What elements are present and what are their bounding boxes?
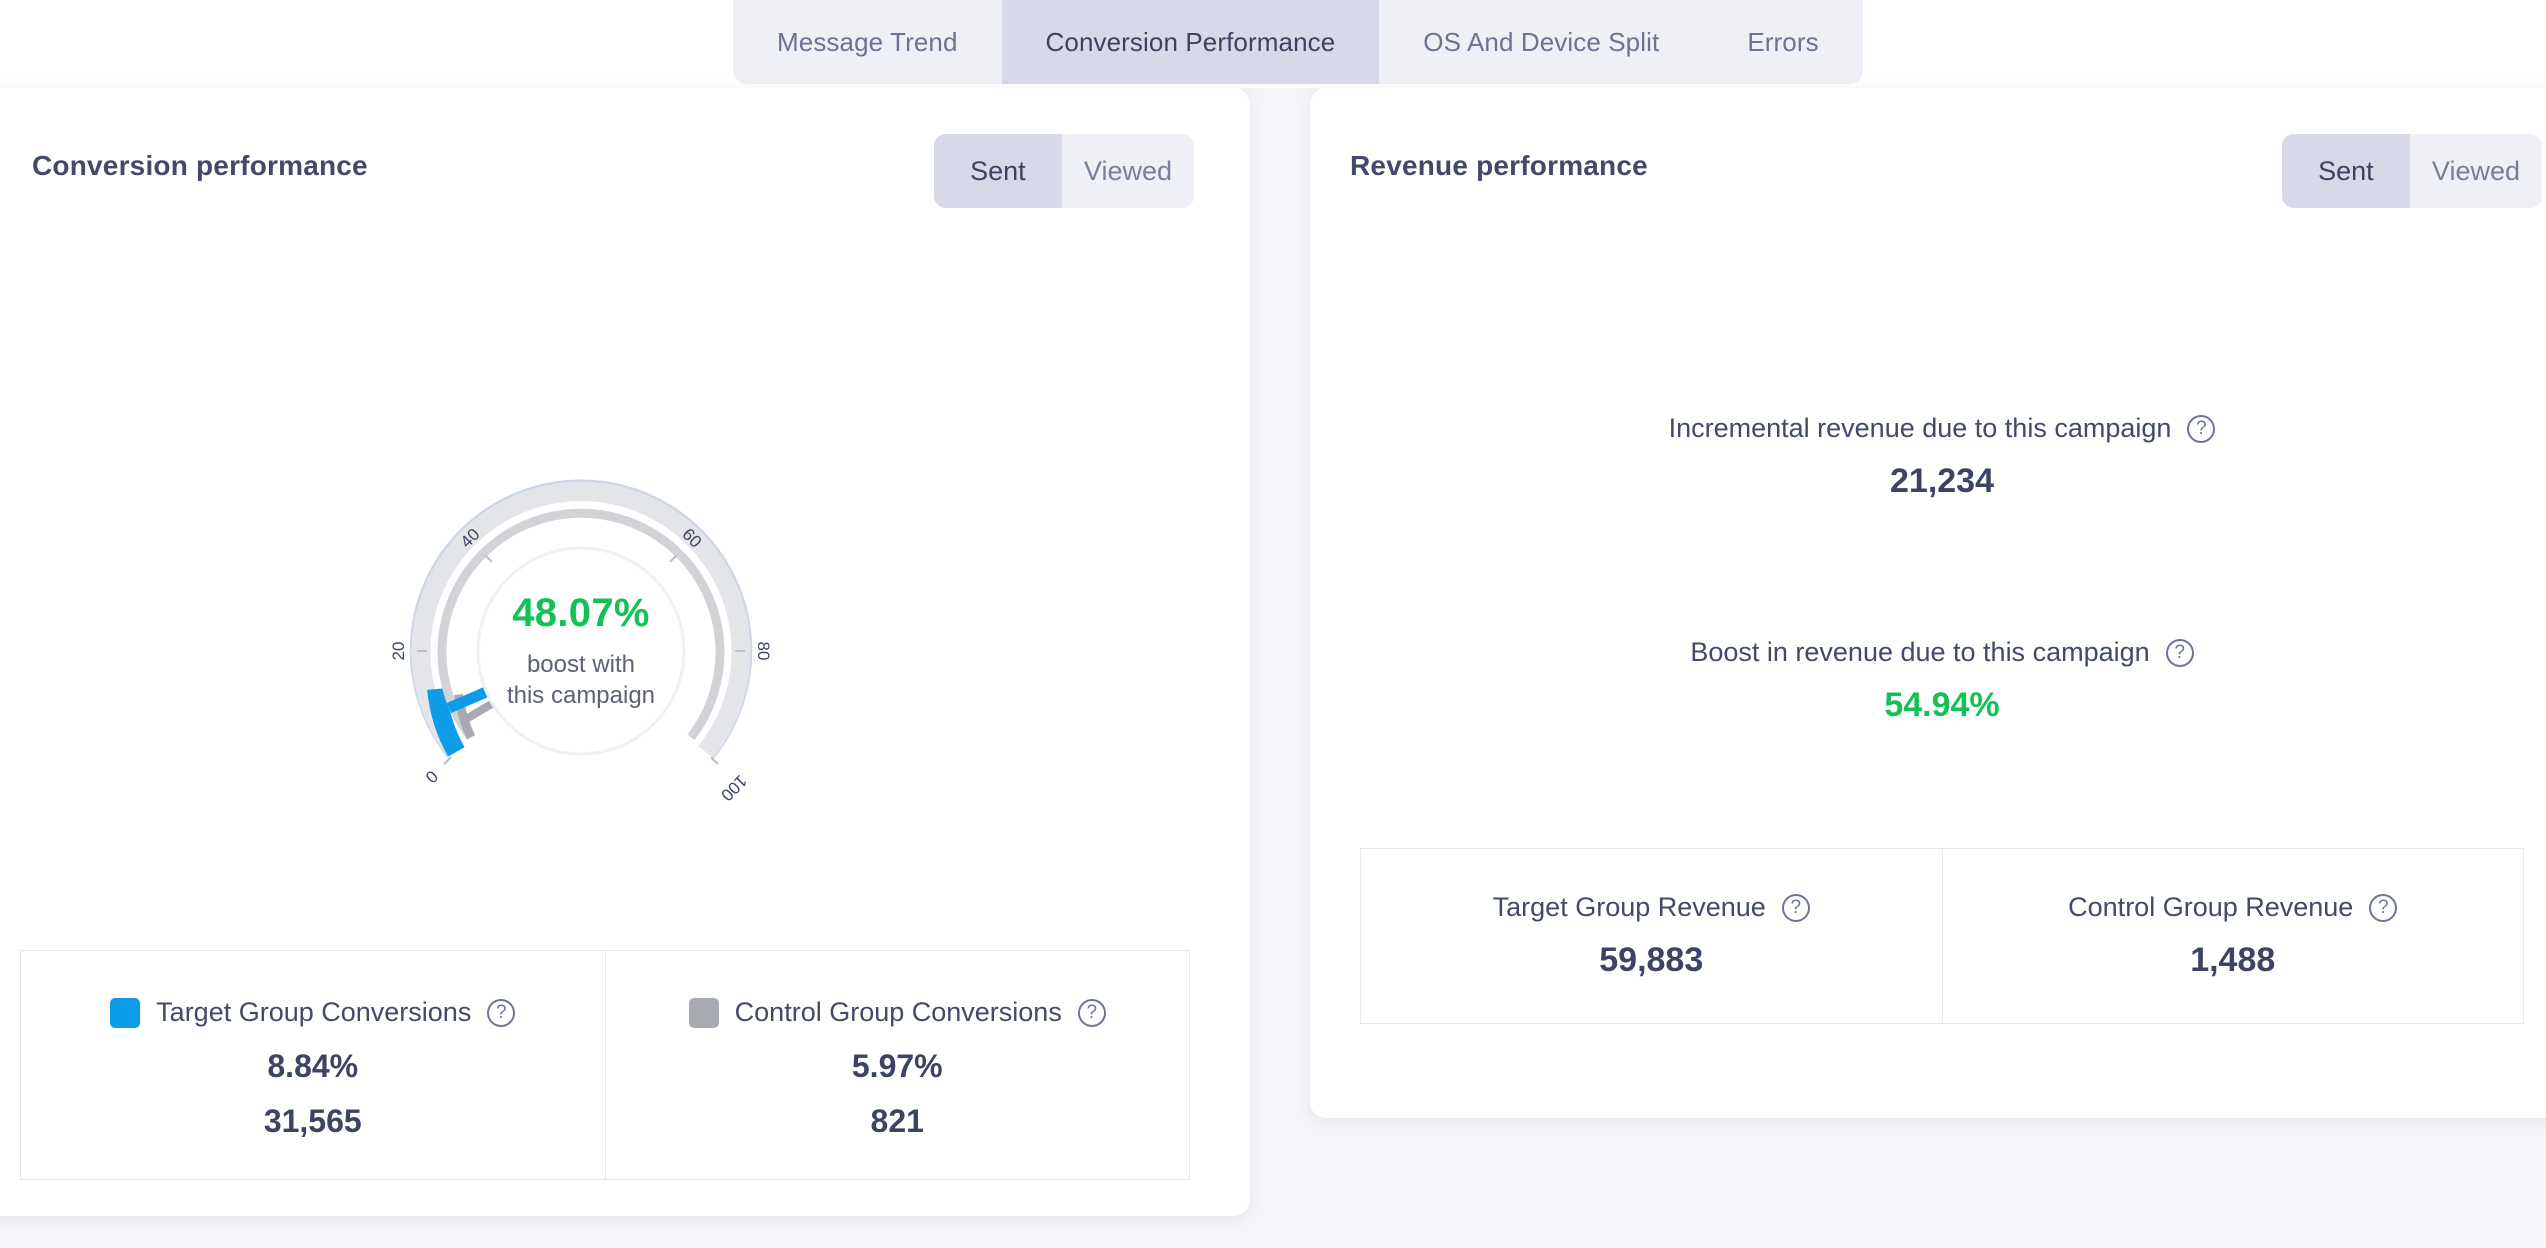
target-group-conversions-label: Target Group Conversions bbox=[156, 997, 471, 1028]
tab-errors[interactable]: Errors bbox=[1703, 0, 1862, 84]
revenue-toggle-sent[interactable]: Sent bbox=[2282, 134, 2410, 208]
incremental-revenue-help-icon[interactable]: ? bbox=[2187, 415, 2215, 443]
target-group-revenue-box: Target Group Revenue ? 59,883 bbox=[1361, 849, 1942, 1023]
incremental-revenue-label: Incremental revenue due to this campaign bbox=[1669, 413, 2172, 444]
tab-conversion-performance[interactable]: Conversion Performance bbox=[1002, 0, 1380, 84]
target-group-revenue-label: Target Group Revenue bbox=[1493, 892, 1766, 923]
boost-in-revenue-stat: Boost in revenue due to this campaign ? … bbox=[1310, 637, 2546, 725]
target-group-conversions-percent: 8.84% bbox=[267, 1048, 358, 1085]
conversion-gauge-chart: 0 20 40 60 80 100 48.07% boost with this… bbox=[396, 466, 766, 836]
tab-os-and-device-split[interactable]: OS And Device Split bbox=[1379, 0, 1703, 84]
incremental-revenue-value: 21,234 bbox=[1310, 462, 2546, 501]
gauge-tick-100: 100 bbox=[717, 771, 750, 804]
incremental-revenue-stat: Incremental revenue due to this campaign… bbox=[1310, 413, 2546, 501]
control-group-conversions-header: Control Group Conversions ? bbox=[689, 997, 1106, 1028]
control-group-revenue-header: Control Group Revenue ? bbox=[2068, 892, 2397, 923]
tab-message-trend[interactable]: Message Trend bbox=[733, 0, 1002, 84]
control-group-conversions-percent: 5.97% bbox=[852, 1048, 943, 1085]
control-group-conversions-count: 821 bbox=[871, 1103, 924, 1140]
boost-in-revenue-label: Boost in revenue due to this campaign bbox=[1690, 637, 2149, 668]
gauge-inner-disc bbox=[478, 548, 684, 754]
control-group-conversions-box: Control Group Conversions ? 5.97% 821 bbox=[605, 951, 1190, 1179]
target-group-conversions-help-icon[interactable]: ? bbox=[487, 999, 515, 1027]
control-group-revenue-help-icon[interactable]: ? bbox=[2369, 894, 2397, 922]
incremental-revenue-header: Incremental revenue due to this campaign… bbox=[1310, 413, 2546, 444]
control-group-revenue-label: Control Group Revenue bbox=[2068, 892, 2353, 923]
conversion-panel-header: Conversion performance Sent Viewed bbox=[0, 134, 1250, 208]
target-group-revenue-header: Target Group Revenue ? bbox=[1493, 892, 1810, 923]
gauge-tick-0: 0 bbox=[422, 767, 442, 787]
boost-in-revenue-value: 54.94% bbox=[1310, 686, 2546, 725]
revenue-panel-header: Revenue performance Sent Viewed bbox=[1310, 134, 2546, 208]
target-group-conversions-count: 31,565 bbox=[264, 1103, 362, 1140]
revenue-performance-panel: Revenue performance Sent Viewed Incremen… bbox=[1310, 88, 2546, 1118]
control-group-revenue-box: Control Group Revenue ? 1,488 bbox=[1942, 849, 2524, 1023]
revenue-sent-viewed-toggle: Sent Viewed bbox=[2282, 134, 2542, 208]
gauge-tick-80: 80 bbox=[754, 642, 773, 661]
conversion-stat-boxes: Target Group Conversions ? 8.84% 31,565 … bbox=[20, 950, 1190, 1180]
conversion-toggle-sent[interactable]: Sent bbox=[934, 134, 1062, 208]
top-tab-bar-background: Message Trend Conversion Performance OS … bbox=[0, 0, 2546, 88]
target-group-conversions-box: Target Group Conversions ? 8.84% 31,565 bbox=[21, 951, 605, 1179]
tab-bar: Message Trend Conversion Performance OS … bbox=[733, 0, 1863, 84]
control-group-color-swatch bbox=[689, 998, 719, 1028]
revenue-toggle-viewed[interactable]: Viewed bbox=[2410, 134, 2542, 208]
conversion-panel-title: Conversion performance bbox=[32, 150, 368, 182]
target-group-revenue-value: 59,883 bbox=[1599, 941, 1703, 980]
conversion-toggle-viewed[interactable]: Viewed bbox=[1062, 134, 1194, 208]
revenue-panel-title: Revenue performance bbox=[1350, 150, 1648, 182]
control-group-revenue-value: 1,488 bbox=[2190, 941, 2275, 980]
conversion-sent-viewed-toggle: Sent Viewed bbox=[934, 134, 1194, 208]
boost-in-revenue-help-icon[interactable]: ? bbox=[2166, 639, 2194, 667]
revenue-stat-boxes: Target Group Revenue ? 59,883 Control Gr… bbox=[1360, 848, 2524, 1024]
target-group-conversions-header: Target Group Conversions ? bbox=[110, 997, 515, 1028]
control-group-conversions-label: Control Group Conversions bbox=[735, 997, 1062, 1028]
boost-in-revenue-header: Boost in revenue due to this campaign ? bbox=[1310, 637, 2546, 668]
control-group-conversions-help-icon[interactable]: ? bbox=[1078, 999, 1106, 1027]
target-group-revenue-help-icon[interactable]: ? bbox=[1782, 894, 1810, 922]
target-group-color-swatch bbox=[110, 998, 140, 1028]
gauge-tick-20: 20 bbox=[389, 642, 408, 661]
conversion-performance-panel: Conversion performance Sent Viewed bbox=[0, 88, 1250, 1216]
